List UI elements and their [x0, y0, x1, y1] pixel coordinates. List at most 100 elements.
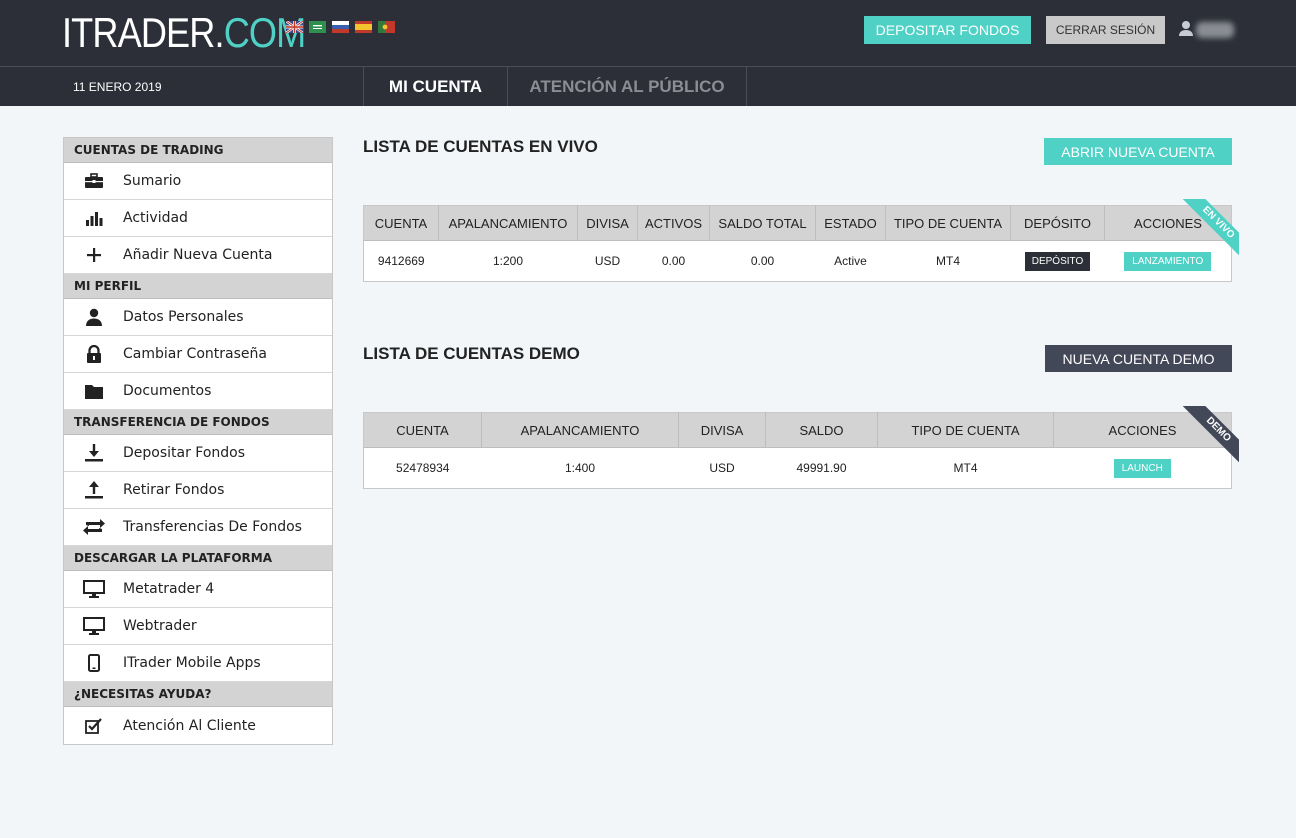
sidebar-item-label: Añadir Nueva Cuenta: [123, 247, 273, 263]
column-header: ESTADO: [815, 205, 886, 241]
cell-apalancamiento: 1:200: [492, 254, 524, 268]
deposit-funds-button[interactable]: DEPOSITAR FONDOS: [864, 16, 1031, 44]
checkbox-icon: [84, 717, 102, 734]
sidebar-item-label: Sumario: [123, 173, 182, 189]
lock-icon: [86, 345, 101, 363]
table-row: 52478934 1:400 USD 49991.90 MT4 LAUNCH: [364, 448, 1232, 489]
table-header-row: CUENTA APALANCAMIENTO DIVISA SALDO TIPO …: [363, 412, 1232, 448]
column-header: SALDO TOTAL: [709, 205, 816, 241]
transfer-icon: [82, 519, 105, 535]
cell-cuenta: 52478934: [396, 461, 450, 475]
table-row: 9412669 1:200 USD 0.00 0.00 Active MT4 D…: [364, 241, 1232, 282]
sidebar-item-depositar-fondos[interactable]: Depositar Fondos: [64, 435, 332, 472]
sidebar-item-label: Datos Personales: [123, 309, 244, 325]
new-demo-account-button[interactable]: NUEVA CUENTA DEMO: [1045, 345, 1232, 372]
sidebar-item-label: Webtrader: [123, 618, 197, 634]
user-icon[interactable]: [1178, 20, 1194, 36]
monitor-icon: [82, 617, 105, 635]
deposit-button[interactable]: DEPÓSITO: [1024, 251, 1091, 271]
logout-button[interactable]: CERRAR SESIÓN: [1046, 16, 1165, 44]
column-header: ACTIVOS: [637, 205, 710, 241]
sidebar-section-title: MI PERFIL: [64, 274, 332, 299]
tab-mi-cuenta[interactable]: MI CUENTA: [363, 67, 507, 106]
top-header: ITRADER.COM DEPOSITAR FONDOS CERRAR SESI…: [0, 0, 1296, 66]
cell-tipo: MT4: [953, 461, 978, 475]
cell-divisa: USD: [594, 254, 621, 268]
cell-saldo-total: 0.00: [750, 254, 775, 268]
sidebar-section-title: CUENTAS DE TRADING: [64, 138, 332, 163]
cell-saldo: 49991.90: [796, 461, 847, 475]
sidebar-section-title: DESCARGAR LA PLATAFORMA: [64, 546, 332, 571]
language-selector: [286, 21, 395, 33]
sidebar-item-label: Actividad: [123, 210, 188, 226]
sidebar-section-title: TRANSFERENCIA DE FONDOS: [64, 410, 332, 435]
sidebar-item-label: Retirar Fondos: [123, 482, 225, 498]
cell-divisa: USD: [709, 461, 735, 475]
sidebar: CUENTAS DE TRADING Sumario Actividad Aña…: [63, 137, 333, 745]
sidebar-item-sumario[interactable]: Sumario: [64, 163, 332, 200]
user-icon: [85, 308, 102, 326]
briefcase-icon: [84, 173, 103, 188]
download-icon: [84, 444, 103, 462]
logo-text-main: ITRADER.: [62, 9, 225, 56]
portugal-flag-icon[interactable]: [378, 21, 395, 33]
cell-activos: 0.00: [661, 254, 686, 268]
sidebar-item-actividad[interactable]: Actividad: [64, 200, 332, 237]
cell-apalancamiento: 1:400: [564, 461, 596, 475]
mobile-icon: [87, 654, 100, 672]
column-header: DIVISA: [577, 205, 638, 241]
sidebar-item-label: Cambiar Contraseña: [123, 346, 267, 362]
column-header: TIPO DE CUENTA: [885, 205, 1011, 241]
column-header: APALANCAMIENTO: [481, 412, 679, 448]
cell-tipo: MT4: [936, 254, 960, 268]
launch-button[interactable]: LAUNCH: [1113, 458, 1171, 478]
sidebar-item-cambiar-contrasena[interactable]: Cambiar Contraseña: [64, 336, 332, 373]
monitor-icon: [82, 580, 105, 598]
live-ribbon: EN VIVO: [1177, 199, 1239, 255]
sidebar-item-label: Atención Al Cliente: [123, 717, 256, 734]
sidebar-item-anadir-cuenta[interactable]: Añadir Nueva Cuenta: [64, 237, 332, 274]
column-header: DEPÓSITO: [1010, 205, 1105, 241]
column-header: CUENTA: [363, 412, 482, 448]
sub-header: 11 ENERO 2019 MI CUENTA ATENCIÓN AL PÚBL…: [0, 66, 1296, 106]
sidebar-section-title: ¿NECESITAS AYUDA?: [64, 682, 332, 707]
saudi-flag-icon[interactable]: [309, 21, 326, 33]
sidebar-item-datos-personales[interactable]: Datos Personales: [64, 299, 332, 336]
sidebar-item-label: Depositar Fondos: [123, 445, 246, 461]
logo[interactable]: ITRADER.COM: [62, 9, 306, 56]
ribbon-label: DEMO: [1180, 406, 1239, 462]
upload-icon: [84, 481, 103, 499]
sidebar-item-webtrader[interactable]: Webtrader: [64, 608, 332, 645]
live-accounts-title: LISTA DE CUENTAS EN VIVO: [363, 137, 598, 156]
column-header: DIVISA: [678, 412, 766, 448]
tab-atencion-al-publico[interactable]: ATENCIÓN AL PÚBLICO: [507, 67, 747, 106]
demo-accounts-table: CUENTA APALANCAMIENTO DIVISA SALDO TIPO …: [363, 412, 1232, 489]
bar-chart-icon: [85, 212, 102, 226]
spain-flag-icon[interactable]: [355, 21, 372, 33]
russia-flag-icon[interactable]: [332, 21, 349, 33]
sidebar-item-label: ITrader Mobile Apps: [123, 655, 261, 671]
sidebar-item-atencion-cliente[interactable]: Atención Al Cliente: [64, 707, 332, 744]
ribbon-label: EN VIVO: [1180, 199, 1239, 255]
cell-estado: Active: [834, 254, 867, 268]
column-header: TIPO DE CUENTA: [877, 412, 1054, 448]
sidebar-item-mobile-apps[interactable]: ITrader Mobile Apps: [64, 645, 332, 682]
column-header: SALDO: [765, 412, 878, 448]
column-header: CUENTA: [363, 205, 439, 241]
plus-icon: [86, 248, 101, 262]
sidebar-item-transferencias[interactable]: Transferencias De Fondos: [64, 509, 332, 546]
username-blurred[interactable]: [1196, 22, 1234, 38]
sidebar-item-documentos[interactable]: Documentos: [64, 373, 332, 410]
live-accounts-table: CUENTA APALANCAMIENTO DIVISA ACTIVOS SAL…: [363, 205, 1232, 282]
folder-icon: [84, 385, 103, 399]
open-new-account-button[interactable]: ABRIR NUEVA CUENTA: [1044, 138, 1232, 165]
sidebar-item-retirar-fondos[interactable]: Retirar Fondos: [64, 472, 332, 509]
sidebar-item-label: Documentos: [123, 383, 212, 399]
sidebar-item-metatrader4[interactable]: Metatrader 4: [64, 571, 332, 608]
demo-ribbon: DEMO: [1177, 406, 1239, 462]
sidebar-item-label: Metatrader 4: [123, 581, 215, 597]
uk-flag-icon[interactable]: [286, 21, 303, 33]
sidebar-item-label: Transferencias De Fondos: [123, 519, 302, 535]
cell-deposito: DEPÓSITO: [1011, 241, 1105, 282]
demo-accounts-title: LISTA DE CUENTAS DEMO: [363, 344, 580, 363]
